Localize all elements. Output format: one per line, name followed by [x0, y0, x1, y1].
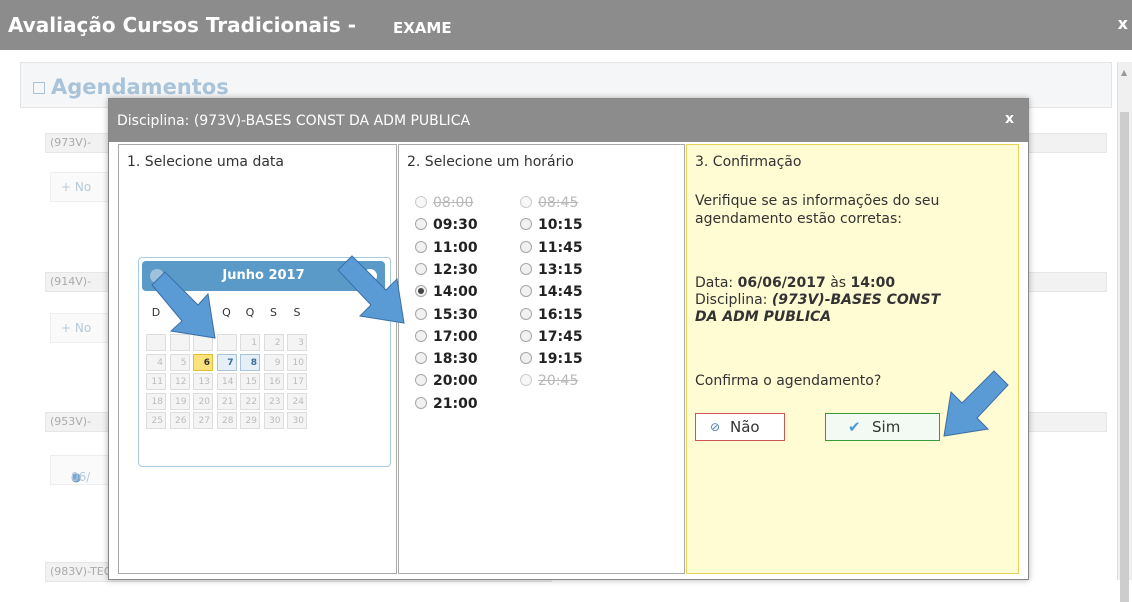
arrow-time [337, 255, 405, 324]
arrow-confirm [943, 370, 1009, 437]
annotation-arrows [151, 255, 1009, 437]
arrow-date [151, 271, 216, 339]
